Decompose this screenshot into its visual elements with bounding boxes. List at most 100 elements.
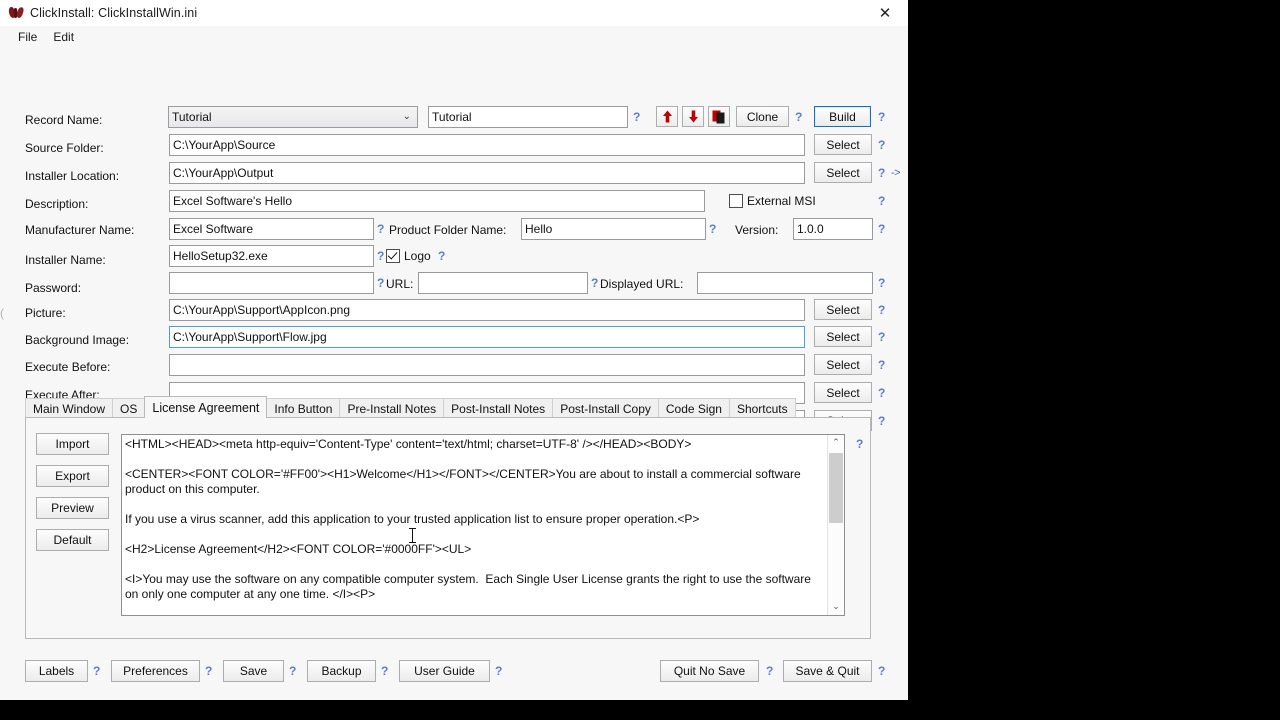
- license-text-editor[interactable]: <HTML><HEAD><meta http-equiv='Content-Ty…: [121, 434, 845, 616]
- scroll-up-icon[interactable]: ⌃: [828, 435, 844, 451]
- tab-pre-install-notes[interactable]: Pre-Install Notes: [339, 398, 445, 418]
- version-input[interactable]: [793, 218, 873, 240]
- help-icon-installer-name[interactable]: ?: [377, 245, 384, 267]
- help-icon-manufacturer[interactable]: ?: [377, 218, 384, 240]
- source-folder-select-button[interactable]: Select: [814, 134, 872, 155]
- help-icon-installer-location[interactable]: ?: [878, 162, 885, 184]
- help-icon-execute-after[interactable]: ?: [878, 382, 885, 404]
- goto-arrow-link[interactable]: ->: [891, 162, 901, 184]
- move-up-button[interactable]: [656, 106, 678, 127]
- external-msi-label: External MSI: [747, 194, 816, 208]
- execute-before-select-button[interactable]: Select: [814, 354, 872, 375]
- backup-button[interactable]: Backup: [307, 660, 376, 682]
- quit-no-save-button[interactable]: Quit No Save: [660, 660, 759, 682]
- displayed-url-input[interactable]: [697, 272, 873, 294]
- url-input[interactable]: [418, 272, 588, 294]
- installer-location-select-button[interactable]: Select: [814, 162, 872, 183]
- tab-code-sign[interactable]: Code Sign: [657, 398, 730, 418]
- default-button[interactable]: Default: [36, 529, 109, 551]
- copy-record-button[interactable]: [708, 106, 730, 127]
- help-icon-picture[interactable]: ?: [878, 299, 885, 321]
- help-icon-background-image[interactable]: ?: [878, 326, 885, 348]
- help-icon-password[interactable]: ?: [377, 272, 384, 294]
- scrollbar-thumb[interactable]: [829, 453, 843, 523]
- move-down-button[interactable]: [682, 106, 704, 127]
- help-icon-quit-no-save[interactable]: ?: [766, 660, 773, 682]
- source-folder-input[interactable]: [169, 134, 805, 156]
- help-icon-license-editor[interactable]: ?: [856, 433, 863, 455]
- chevron-down-icon: ⌄: [402, 111, 411, 122]
- tab-license-agreement[interactable]: License Agreement: [144, 396, 268, 418]
- move-up-arrow-icon: [662, 110, 672, 123]
- preview-button[interactable]: Preview: [36, 497, 109, 519]
- help-icon-source-folder[interactable]: ?: [878, 134, 885, 156]
- help-icon-save[interactable]: ?: [289, 660, 296, 682]
- import-button[interactable]: Import: [36, 433, 109, 455]
- help-icon-save-and-quit[interactable]: ?: [878, 660, 885, 682]
- export-button[interactable]: Export: [36, 465, 109, 487]
- help-icon-user-guide[interactable]: ?: [495, 660, 502, 682]
- picture-label: Picture:: [25, 306, 66, 320]
- help-icon-clone[interactable]: ?: [795, 106, 802, 128]
- help-icon-logo[interactable]: ?: [438, 245, 445, 267]
- description-input[interactable]: [169, 190, 705, 212]
- clone-button[interactable]: Clone: [736, 106, 789, 127]
- save-and-quit-button[interactable]: Save & Quit: [783, 660, 872, 682]
- displayed-url-label: Displayed URL:: [600, 277, 684, 291]
- execute-before-label: Execute Before:: [25, 360, 111, 374]
- menu-item-file[interactable]: File: [10, 28, 45, 46]
- help-icon-execute-before[interactable]: ?: [878, 354, 885, 376]
- help-icon-external-msi[interactable]: ?: [878, 190, 885, 212]
- external-msi-checkbox[interactable]: External MSI: [729, 190, 816, 212]
- build-button[interactable]: Build: [814, 106, 871, 127]
- tab-main-window[interactable]: Main Window: [25, 398, 114, 418]
- butterfly-icon: [7, 6, 25, 20]
- help-icon-preferences[interactable]: ?: [205, 660, 212, 682]
- record-name-input[interactable]: [428, 106, 628, 128]
- application-window: ClickInstall: ClickInstallWin.ini ✕ File…: [0, 0, 908, 700]
- license-editor-content: <HTML><HEAD><meta http-equiv='Content-Ty…: [125, 437, 811, 601]
- settings-form: ( Record Name: Tutorial ⌄ ? Clone ? Buil…: [0, 48, 908, 432]
- installer-name-input[interactable]: [169, 245, 374, 267]
- help-icon-installer-icon[interactable]: ?: [878, 410, 885, 432]
- url-label: URL:: [386, 277, 414, 291]
- product-folder-name-input[interactable]: [521, 218, 706, 240]
- labels-button[interactable]: Labels: [25, 660, 88, 682]
- help-icon-version[interactable]: ?: [878, 218, 885, 240]
- picture-select-button[interactable]: Select: [814, 299, 872, 320]
- editor-vertical-scrollbar[interactable]: ⌃ ⌄: [827, 435, 844, 615]
- manufacturer-name-label: Manufacturer Name:: [25, 223, 135, 237]
- record-name-combo[interactable]: Tutorial ⌄: [168, 106, 418, 128]
- manufacturer-name-input[interactable]: [169, 218, 374, 240]
- save-button[interactable]: Save: [223, 660, 284, 682]
- password-input[interactable]: [169, 272, 374, 294]
- password-label: Password:: [25, 281, 82, 295]
- installer-location-label: Installer Location:: [25, 169, 120, 183]
- user-guide-button[interactable]: User Guide: [399, 660, 490, 682]
- tab-os[interactable]: OS: [112, 398, 146, 418]
- tab-shortcuts[interactable]: Shortcuts: [728, 398, 796, 418]
- window-title: ClickInstall: ClickInstallWin.ini: [30, 6, 198, 20]
- menu-item-edit[interactable]: Edit: [45, 28, 82, 46]
- installer-location-input[interactable]: [169, 162, 805, 184]
- execute-before-input[interactable]: [169, 354, 805, 376]
- close-icon[interactable]: ✕: [862, 0, 908, 26]
- tab-info-button[interactable]: Info Button: [266, 398, 341, 418]
- menu-bar: File Edit: [0, 26, 908, 48]
- background-image-select-button[interactable]: Select: [814, 326, 872, 347]
- help-icon-labels[interactable]: ?: [93, 660, 100, 682]
- help-icon-record-name[interactable]: ?: [633, 106, 640, 128]
- scroll-down-icon[interactable]: ⌄: [828, 599, 844, 615]
- tab-post-install-copy[interactable]: Post-Install Copy: [552, 398, 659, 418]
- help-icon-displayed-url[interactable]: ?: [878, 272, 885, 294]
- help-icon-product-folder[interactable]: ?: [709, 218, 716, 240]
- background-image-input[interactable]: [169, 326, 805, 348]
- help-icon-backup[interactable]: ?: [381, 660, 388, 682]
- picture-input[interactable]: [169, 299, 805, 321]
- help-icon-url[interactable]: ?: [591, 272, 598, 294]
- help-icon-build[interactable]: ?: [878, 106, 885, 128]
- logo-checkbox[interactable]: Logo: [386, 245, 431, 267]
- preferences-button[interactable]: Preferences: [111, 660, 200, 682]
- execute-after-select-button[interactable]: Select: [814, 382, 872, 403]
- tab-post-install-notes[interactable]: Post-Install Notes: [443, 398, 554, 418]
